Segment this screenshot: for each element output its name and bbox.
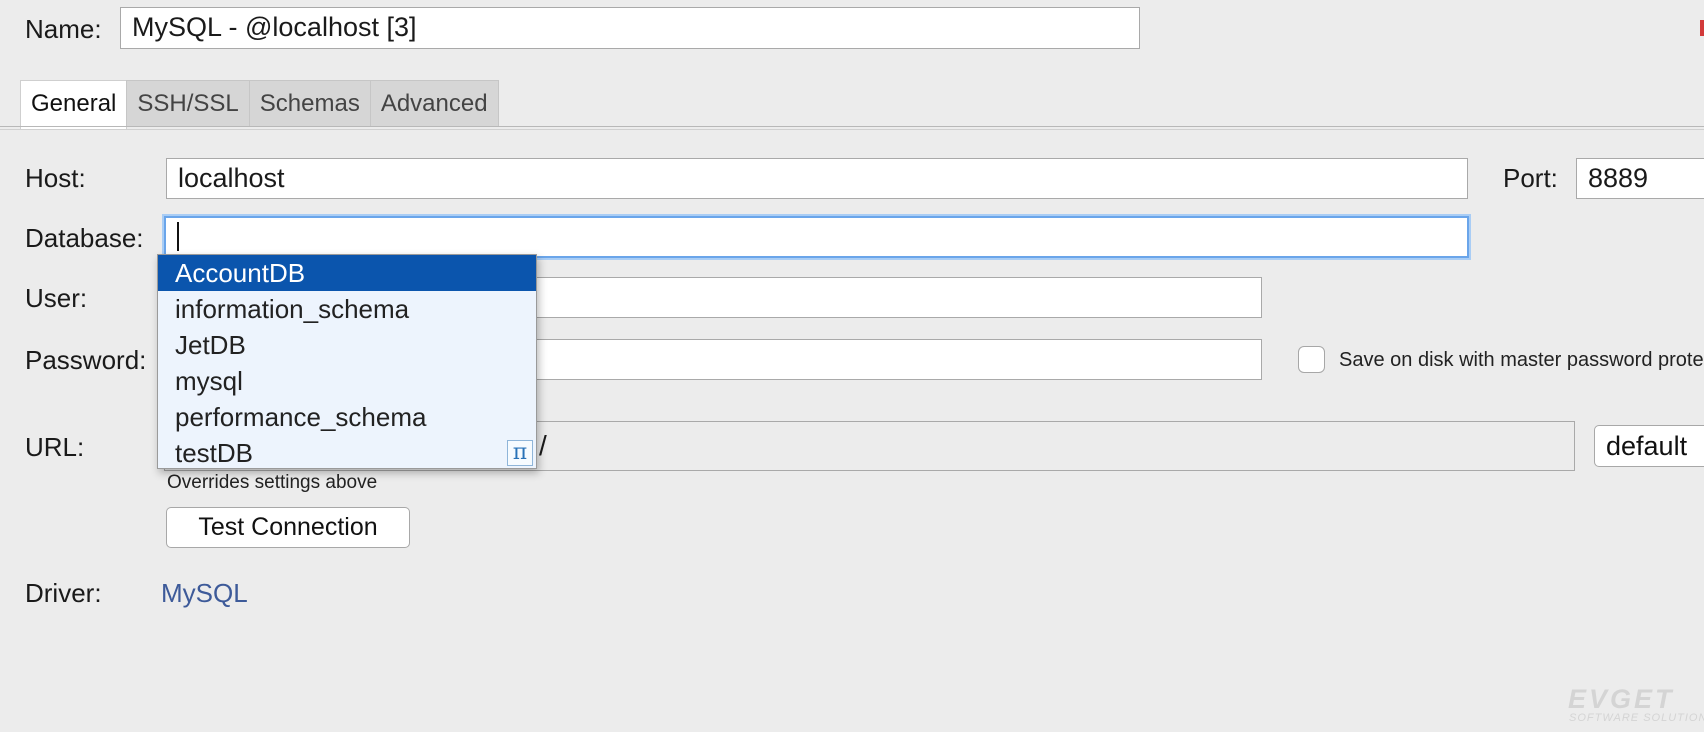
tab-schemas[interactable]: Schemas — [248, 80, 371, 127]
user-label: User: — [25, 283, 88, 313]
url-value: / — [539, 430, 547, 461]
database-label: Database: — [25, 223, 144, 253]
host-input[interactable]: localhost — [166, 158, 1468, 199]
autocomplete-item[interactable]: testDB — [158, 435, 536, 471]
tab-divider — [0, 126, 1704, 127]
database-autocomplete-popup: AccountDB information_schema JetDB mysql… — [157, 254, 537, 469]
autocomplete-item[interactable]: performance_schema — [158, 399, 536, 435]
database-input[interactable] — [164, 216, 1469, 258]
save-password-checkbox[interactable] — [1298, 346, 1325, 373]
autocomplete-item[interactable]: information_schema — [158, 291, 536, 327]
autocomplete-item[interactable]: mysql — [158, 363, 536, 399]
name-label: Name: — [25, 14, 102, 44]
evget-watermark-subtext: SOFTWARE SOLUTIONS — [1569, 712, 1704, 724]
name-input[interactable]: MySQL - @localhost [3] — [120, 7, 1140, 49]
url-label: URL: — [25, 432, 85, 462]
evget-watermark: EVGET — [1568, 684, 1675, 714]
url-hint: Overrides settings above — [167, 472, 378, 493]
tab-ssh-ssl[interactable]: SSH/SSL — [126, 80, 250, 127]
password-label: Password: — [25, 345, 147, 375]
autocomplete-item-selected[interactable]: AccountDB — [158, 255, 536, 291]
error-marker — [1700, 20, 1704, 36]
tab-divider-shadow — [0, 129, 1704, 130]
driver-link[interactable]: MySQL — [161, 578, 248, 608]
text-caret — [177, 222, 179, 252]
port-input[interactable]: 8889 — [1576, 158, 1704, 199]
tab-advanced[interactable]: Advanced — [369, 80, 499, 127]
test-connection-button[interactable]: Test Connection — [166, 507, 410, 548]
save-password-label: Save on disk with master password prote — [1339, 349, 1704, 371]
port-label: Port: — [1503, 163, 1558, 193]
autocomplete-item[interactable]: JetDB — [158, 327, 536, 363]
tab-general[interactable]: General — [20, 80, 128, 129]
driver-label: Driver: — [25, 578, 102, 608]
url-mode-dropdown[interactable]: default — [1594, 425, 1704, 467]
tab-bar: General SSH/SSL Schemas Advanced — [20, 80, 499, 129]
host-label: Host: — [25, 163, 86, 193]
pi-icon[interactable]: π — [507, 440, 533, 466]
